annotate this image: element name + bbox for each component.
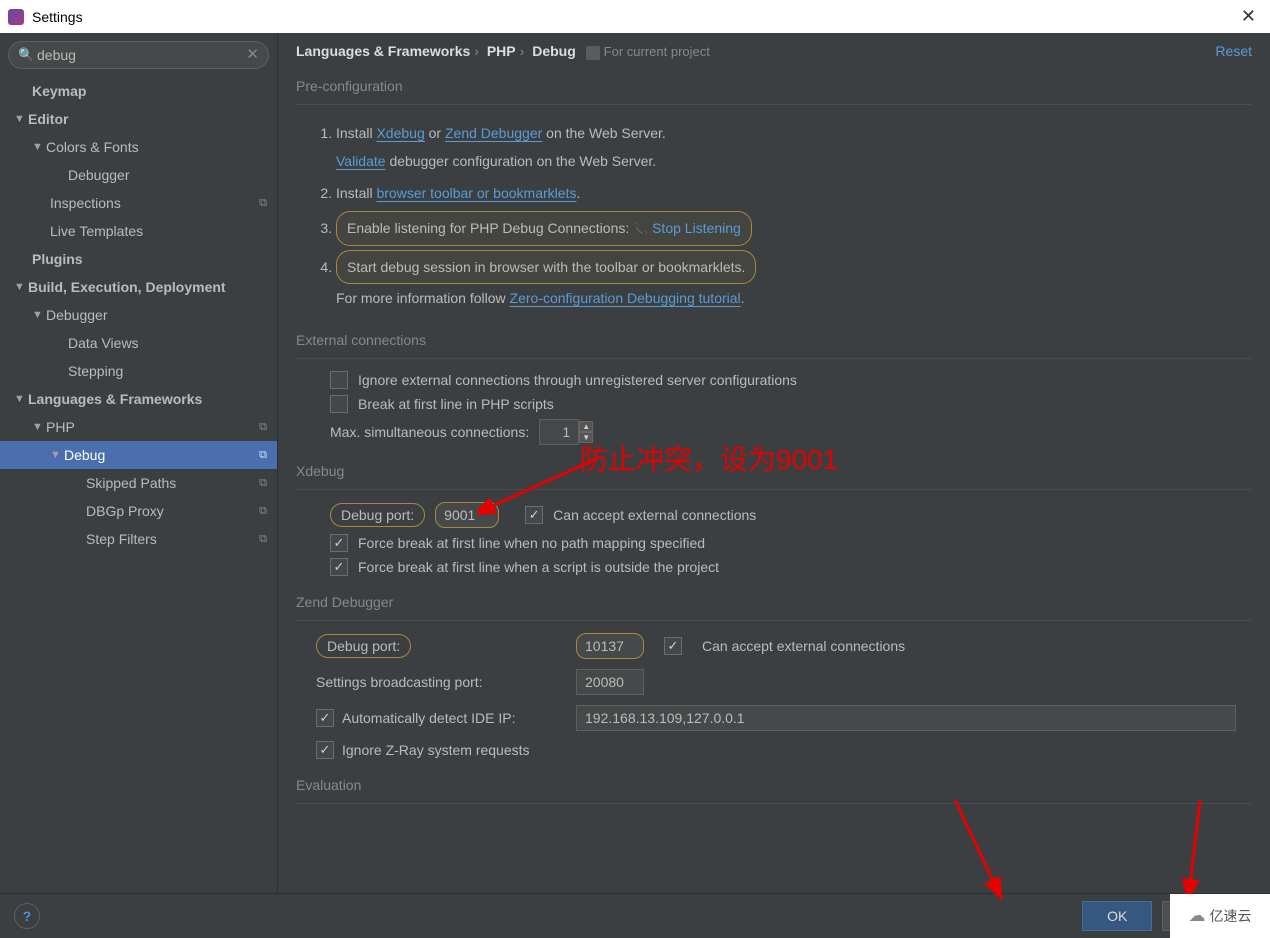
ignore-zray-checkbox[interactable] bbox=[316, 741, 334, 759]
section-preconf-title: Pre-configuration bbox=[296, 78, 1252, 94]
auto-ip-checkbox[interactable] bbox=[316, 709, 334, 727]
copy-icon: ⧉ bbox=[259, 197, 267, 210]
content: Languages & Frameworks› PHP› Debug For c… bbox=[278, 33, 1270, 893]
preconf-step-4: Start debug session in browser with the … bbox=[336, 248, 1252, 314]
footer: ? OK Cancel bbox=[0, 893, 1270, 938]
clear-search-icon[interactable]: ✕ bbox=[246, 45, 259, 63]
bookmarklets-link[interactable]: browser toolbar or bookmarklets bbox=[376, 185, 576, 201]
tree-debug[interactable]: ▼Debug⧉ bbox=[0, 441, 277, 469]
tree-live-templates[interactable]: Live Templates bbox=[0, 217, 277, 245]
sidebar: 🔍 ✕ Keymap ▼Editor ▼Colors & Fonts Debug… bbox=[0, 33, 278, 893]
window-title: Settings bbox=[32, 9, 83, 25]
close-icon[interactable]: ✕ bbox=[1235, 6, 1262, 27]
zend-accept-ext-checkbox[interactable] bbox=[664, 637, 682, 655]
ignore-ext-checkbox[interactable] bbox=[330, 371, 348, 389]
tree-inspections[interactable]: Inspections⧉ bbox=[0, 189, 277, 217]
section-zend-title: Zend Debugger bbox=[296, 594, 1252, 610]
copy-icon: ⧉ bbox=[259, 449, 267, 462]
tree-dbgp-proxy[interactable]: DBGp Proxy⧉ bbox=[0, 497, 277, 525]
broadcast-label: Settings broadcasting port: bbox=[316, 674, 483, 690]
chevron-down-icon: ▼ bbox=[14, 393, 26, 405]
settings-tree: Keymap ▼Editor ▼Colors & Fonts Debugger … bbox=[0, 73, 277, 893]
tree-lang-frameworks[interactable]: ▼Languages & Frameworks bbox=[0, 385, 277, 413]
copy-icon: ⧉ bbox=[259, 477, 267, 490]
tree-colors-fonts[interactable]: ▼Colors & Fonts bbox=[0, 133, 277, 161]
search-input[interactable] bbox=[8, 41, 269, 69]
copy-icon: ⧉ bbox=[259, 533, 267, 546]
chevron-down-icon: ▼ bbox=[50, 449, 62, 461]
section-external-title: External connections bbox=[296, 332, 1252, 348]
tree-debugger-2[interactable]: ▼Debugger bbox=[0, 301, 277, 329]
tree-keymap[interactable]: Keymap bbox=[0, 77, 277, 105]
help-button[interactable]: ? bbox=[14, 903, 40, 929]
phone-icon: 📞 bbox=[633, 222, 648, 236]
max-conn-input[interactable] bbox=[539, 419, 579, 445]
tree-stepping[interactable]: Stepping bbox=[0, 357, 277, 385]
auto-ip-input[interactable] bbox=[576, 705, 1236, 731]
copy-icon: ⧉ bbox=[259, 421, 267, 434]
breadcrumb: Languages & Frameworks› PHP› Debug For c… bbox=[296, 43, 710, 60]
tree-editor[interactable]: ▼Editor bbox=[0, 105, 277, 133]
tree-php[interactable]: ▼PHP⧉ bbox=[0, 413, 277, 441]
chevron-down-icon: ▼ bbox=[14, 281, 26, 293]
reset-link[interactable]: Reset bbox=[1215, 43, 1252, 59]
project-scope-icon bbox=[586, 46, 600, 60]
chevron-down-icon: ▼ bbox=[14, 113, 26, 125]
preconf-step-1: Install Xdebug or Zend Debugger on the W… bbox=[336, 117, 1252, 177]
xdebug-accept-ext-checkbox[interactable] bbox=[525, 506, 543, 524]
tutorial-link[interactable]: Zero-configuration Debugging tutorial bbox=[510, 290, 741, 306]
xdebug-force2-checkbox[interactable] bbox=[330, 558, 348, 576]
ignore-zray-label: Ignore Z-Ray system requests bbox=[342, 742, 530, 758]
auto-ip-label: Automatically detect IDE IP: bbox=[342, 710, 516, 726]
zend-port-input[interactable] bbox=[576, 633, 644, 659]
zend-port-label: Debug port: bbox=[316, 634, 411, 658]
ok-button[interactable]: OK bbox=[1082, 901, 1152, 931]
tree-debugger[interactable]: Debugger bbox=[0, 161, 277, 189]
xdebug-force1-checkbox[interactable] bbox=[330, 534, 348, 552]
xdebug-port-input[interactable] bbox=[435, 502, 499, 528]
titlebar: Settings ✕ bbox=[0, 0, 1270, 33]
tree-skipped-paths[interactable]: Skipped Paths⧉ bbox=[0, 469, 277, 497]
tree-build[interactable]: ▼Build, Execution, Deployment bbox=[0, 273, 277, 301]
zend-debugger-link[interactable]: Zend Debugger bbox=[445, 125, 542, 141]
tree-step-filters[interactable]: Step Filters⧉ bbox=[0, 525, 277, 553]
break-first-checkbox[interactable] bbox=[330, 395, 348, 413]
max-conn-label: Max. simultaneous connections: bbox=[330, 424, 529, 440]
copy-icon: ⧉ bbox=[259, 505, 267, 518]
watermark: ☁ 亿速云 bbox=[1170, 894, 1270, 938]
preconf-step-2: Install browser toolbar or bookmarklets. bbox=[336, 177, 1252, 209]
broadcast-input[interactable] bbox=[576, 669, 644, 695]
app-icon bbox=[8, 9, 24, 25]
stop-listening-link[interactable]: Stop Listening bbox=[652, 220, 741, 236]
xdebug-link[interactable]: Xdebug bbox=[376, 125, 424, 141]
xdebug-port-label: Debug port: bbox=[330, 503, 425, 527]
chevron-down-icon: ▼ bbox=[32, 309, 44, 321]
search-icon: 🔍 bbox=[18, 47, 34, 63]
section-eval-title: Evaluation bbox=[296, 777, 1252, 793]
cloud-icon: ☁ bbox=[1189, 906, 1206, 926]
tree-plugins[interactable]: Plugins bbox=[0, 245, 277, 273]
tree-data-views[interactable]: Data Views bbox=[0, 329, 277, 357]
preconf-step-3: Enable listening for PHP Debug Connectio… bbox=[336, 209, 1252, 248]
chevron-down-icon: ▼ bbox=[32, 141, 44, 153]
chevron-down-icon: ▼ bbox=[32, 421, 44, 433]
validate-link[interactable]: Validate bbox=[336, 153, 386, 169]
stepper-buttons[interactable]: ▲▼ bbox=[579, 421, 593, 443]
section-xdebug-title: Xdebug bbox=[296, 463, 1252, 479]
